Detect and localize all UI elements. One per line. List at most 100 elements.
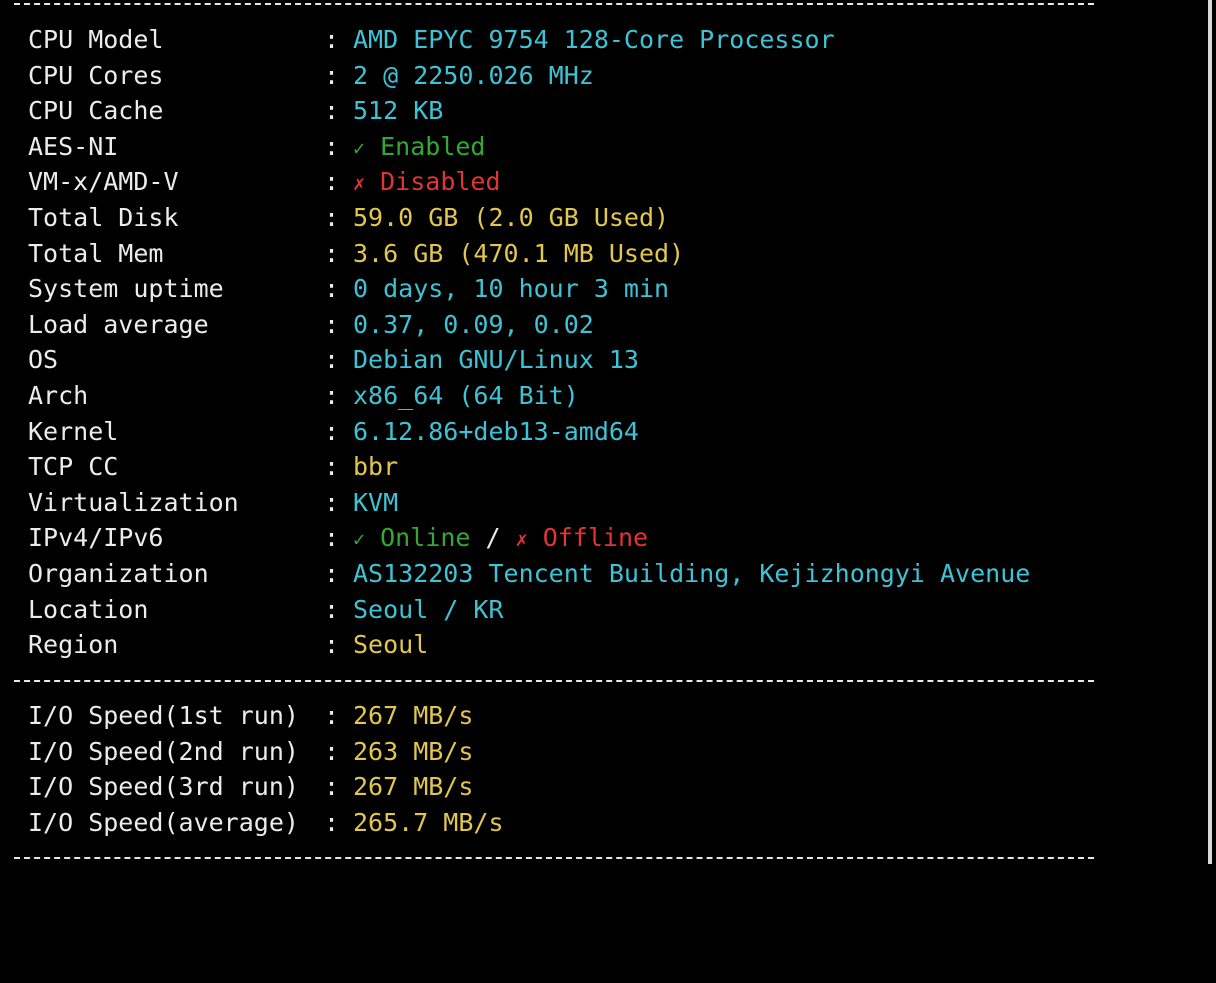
organization-label: Organization xyxy=(28,559,209,588)
row-colon: : xyxy=(324,701,340,730)
vm-x-value-group: ✗ Disabled xyxy=(353,164,501,202)
row-colon: : xyxy=(324,167,340,197)
row-colon: : xyxy=(324,309,340,339)
ip-stack-value-group: ✓ Online / ✗ Offline xyxy=(353,520,648,558)
row-colon: : xyxy=(324,594,340,624)
location-label: Location xyxy=(28,594,149,624)
info-row-virtualization: Virtualization : KVM xyxy=(28,485,398,521)
organization-value: AS132203 Tencent Building, Kejizhongyi A… xyxy=(353,559,1031,588)
location-value: Seoul / KR xyxy=(353,594,504,624)
cpu-model-label: CPU Model xyxy=(28,25,164,54)
io-row-3rd-run: I/O Speed(3rd run) : 267 MB/s xyxy=(28,769,473,805)
tcp-cc-label: TCP CC xyxy=(28,452,119,482)
row-colon: : xyxy=(324,736,340,766)
total-disk-value: 59.0 GB (2.0 GB Used) xyxy=(353,203,670,232)
arch-value: x86_64 (64 Bit) xyxy=(353,381,579,410)
vm-x-status: Disabled xyxy=(380,167,501,197)
terminal-window: CPU Model : AMD EPYC 9754 128-Core Proce… xyxy=(0,0,1212,864)
io-3rd-run-label: I/O Speed(3rd run) xyxy=(28,772,299,802)
region-value: Seoul xyxy=(353,630,429,660)
total-mem-label: Total Mem xyxy=(28,238,164,268)
io-row-average: I/O Speed(average) : 265.7 MB/s xyxy=(28,805,504,841)
info-row-aes-ni: AES-NI : ✓ Enabled xyxy=(28,129,485,165)
row-colon: : xyxy=(324,131,340,161)
row-colon: : xyxy=(324,60,340,90)
info-row-cpu-cores: CPU Cores : 2 @ 2250.026 MHz xyxy=(28,58,594,94)
row-colon: : xyxy=(324,345,340,375)
info-row-cpu-model: CPU Model : AMD EPYC 9754 128-Core Proce… xyxy=(28,22,835,58)
cross-icon: ✗ xyxy=(353,171,366,196)
cross-icon: ✗ xyxy=(515,527,528,552)
info-row-uptime: System uptime : 0 days, 10 hour 3 min xyxy=(28,271,669,307)
region-label: Region xyxy=(28,630,119,660)
total-disk-label: Total Disk xyxy=(28,203,179,232)
tcp-cc-value: bbr xyxy=(353,452,399,482)
info-row-location: Location : Seoul / KR xyxy=(28,592,504,628)
vm-x-label: VM-x/AMD-V xyxy=(28,167,179,197)
separator-line-top xyxy=(14,3,1094,5)
aes-ni-value-group: ✓ Enabled xyxy=(353,129,485,167)
load-average-label: Load average xyxy=(28,309,209,339)
ipv4-status: Online xyxy=(380,523,471,553)
arch-label: Arch xyxy=(28,381,89,410)
kernel-value: 6.12.86+deb13-amd64 xyxy=(353,416,639,446)
row-colon: : xyxy=(324,274,340,304)
info-row-vm-x: VM-x/AMD-V : ✗ Disabled xyxy=(28,164,501,200)
cpu-model-value: AMD EPYC 9754 128-Core Processor xyxy=(353,25,835,54)
io-2nd-run-label: I/O Speed(2nd run) xyxy=(28,736,299,766)
ipv6-status: Offline xyxy=(542,523,649,553)
io-1st-run-label: I/O Speed(1st run) xyxy=(28,701,299,730)
aes-ni-label: AES-NI xyxy=(28,131,119,161)
os-label: OS xyxy=(28,345,59,375)
row-colon: : xyxy=(324,523,340,553)
info-row-total-mem: Total Mem : 3.6 GB (470.1 MB Used) xyxy=(28,236,684,272)
io-1st-run-value: 267 MB/s xyxy=(353,701,474,730)
io-row-1st-run: I/O Speed(1st run) : 267 MB/s xyxy=(28,698,473,734)
kernel-label: Kernel xyxy=(28,416,119,446)
io-average-label: I/O Speed(average) xyxy=(28,807,299,837)
uptime-label: System uptime xyxy=(28,274,224,304)
row-colon: : xyxy=(324,452,340,482)
row-colon: : xyxy=(324,25,340,54)
row-colon: : xyxy=(324,416,340,446)
row-colon: : xyxy=(324,381,340,410)
cpu-cores-label: CPU Cores xyxy=(28,60,164,90)
ip-stack-divider: / xyxy=(470,523,516,553)
check-icon: ✓ xyxy=(353,135,366,160)
io-3rd-run-value: 267 MB/s xyxy=(353,772,474,802)
row-colon: : xyxy=(324,96,340,126)
total-mem-value: 3.6 GB (470.1 MB Used) xyxy=(353,238,685,268)
info-row-kernel: Kernel : 6.12.86+deb13-amd64 xyxy=(28,414,639,450)
virtualization-label: Virtualization xyxy=(28,487,239,517)
load-average-value: 0.37, 0.09, 0.02 xyxy=(353,309,594,339)
check-icon: ✓ xyxy=(353,527,366,552)
cpu-cache-label: CPU Cache xyxy=(28,96,164,126)
separator-line-bottom xyxy=(14,857,1094,859)
row-colon: : xyxy=(324,203,340,232)
row-colon: : xyxy=(324,559,340,588)
uptime-value: 0 days, 10 hour 3 min xyxy=(353,274,670,304)
row-colon: : xyxy=(324,238,340,268)
info-row-load-average: Load average : 0.37, 0.09, 0.02 xyxy=(28,307,594,343)
io-row-2nd-run: I/O Speed(2nd run) : 263 MB/s xyxy=(28,734,473,770)
os-value: Debian GNU/Linux 13 xyxy=(353,345,639,375)
row-colon: : xyxy=(324,772,340,802)
cpu-cores-value: 2 @ 2250.026 MHz xyxy=(353,60,594,90)
info-row-cpu-cache: CPU Cache : 512 KB xyxy=(28,93,443,129)
info-row-arch: Arch : x86_64 (64 Bit) xyxy=(28,378,579,414)
info-row-os: OS : Debian GNU/Linux 13 xyxy=(28,342,639,378)
row-colon: : xyxy=(324,807,340,837)
separator-line-middle xyxy=(14,680,1094,682)
info-row-region: Region : Seoul xyxy=(28,627,428,663)
info-row-total-disk: Total Disk : 59.0 GB (2.0 GB Used) xyxy=(28,200,669,236)
info-row-tcp-cc: TCP CC : bbr xyxy=(28,449,398,485)
info-row-ip-stack: IPv4/IPv6 : ✓ Online / ✗ Offline xyxy=(28,520,648,556)
ip-stack-label: IPv4/IPv6 xyxy=(28,523,164,553)
row-colon: : xyxy=(324,487,340,517)
cpu-cache-value: 512 KB xyxy=(353,96,444,126)
aes-ni-status: Enabled xyxy=(380,131,486,161)
row-colon: : xyxy=(324,630,340,660)
info-row-organization: Organization : AS132203 Tencent Building… xyxy=(28,556,1030,592)
io-average-value: 265.7 MB/s xyxy=(353,807,504,837)
io-2nd-run-value: 263 MB/s xyxy=(353,736,474,766)
